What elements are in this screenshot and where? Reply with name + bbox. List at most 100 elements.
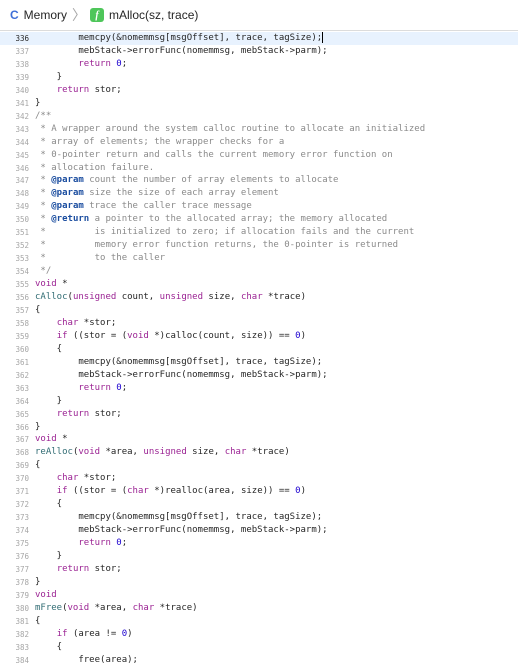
code-line[interactable]: 372 { xyxy=(0,498,518,511)
code-line[interactable]: 349 * @param trace the caller trace mess… xyxy=(0,200,518,213)
line-number: 357 xyxy=(15,305,29,315)
code-line[interactable]: 374 mebStack->errorFunc(nomemmsg, mebSta… xyxy=(0,524,518,537)
code-line[interactable]: 373 memcpy(&nomemmsg[msgOffset], trace, … xyxy=(0,511,518,524)
code-line[interactable]: 351 * is initialized to zero; if allocat… xyxy=(0,226,518,239)
code-token: * 0-pointer return and calls the current… xyxy=(35,149,393,160)
code-line[interactable]: 378} xyxy=(0,576,518,589)
code-line[interactable]: 365 return stor; xyxy=(0,408,518,421)
code-line[interactable]: 345 * 0-pointer return and calls the cur… xyxy=(0,149,518,162)
code-line[interactable]: 344 * array of elements; the wrapper che… xyxy=(0,136,518,149)
code-line[interactable]: 363 return 0; xyxy=(0,382,518,395)
code-token: } xyxy=(35,395,63,406)
code-token: void xyxy=(78,447,101,458)
code-token: @param xyxy=(51,188,84,199)
line-code: memcpy(&nomemmsg[msgOffset], trace, tagS… xyxy=(35,356,322,369)
code-token: return xyxy=(78,538,111,549)
code-token: char xyxy=(127,486,149,497)
code-line[interactable]: 359 if ((stor = (void *)calloc(count, si… xyxy=(0,330,518,343)
code-line[interactable]: 362 mebStack->errorFunc(nomemmsg, mebSta… xyxy=(0,369,518,382)
code-line[interactable]: 366} xyxy=(0,421,518,434)
code-token: @return xyxy=(51,214,90,225)
code-line[interactable]: 341} xyxy=(0,97,518,110)
line-number: 372 xyxy=(15,500,29,510)
line-code: return 0; xyxy=(35,58,127,71)
code-line[interactable]: 382 if (area != 0) xyxy=(0,628,518,641)
code-line[interactable]: 348 * @param size the size of each array… xyxy=(0,187,518,200)
code-line[interactable]: 379 void xyxy=(0,589,518,602)
line-number: 337 xyxy=(15,46,29,56)
code-line[interactable]: 338 return 0; xyxy=(0,58,518,71)
code-line[interactable]: 370 char *stor; xyxy=(0,472,518,485)
code-token: *)calloc(count, size)) == xyxy=(148,330,296,341)
code-editor[interactable]: 336 memcpy(&nomemmsg[msgOffset], trace, … xyxy=(0,31,518,672)
code-token: ((stor = ( xyxy=(67,330,128,341)
line-code: * A wrapper around the system calloc rou… xyxy=(35,123,425,136)
line-number: 375 xyxy=(15,539,29,549)
code-line[interactable]: 347 * @param count the number of array e… xyxy=(0,174,518,187)
code-line[interactable]: 355 void * xyxy=(0,278,518,291)
code-line[interactable]: 384 free(area); xyxy=(0,654,518,667)
code-line[interactable]: 342 /** xyxy=(0,110,518,123)
line-code: { xyxy=(35,343,62,356)
code-token: * array of elements; the wrapper checks … xyxy=(35,136,285,147)
code-line[interactable]: 367 void * xyxy=(0,433,518,446)
code-line[interactable]: 343 * A wrapper around the system calloc… xyxy=(0,123,518,136)
line-code: { xyxy=(35,641,62,654)
code-token: void xyxy=(35,434,57,445)
code-token: * A wrapper around the system calloc rou… xyxy=(35,123,426,134)
code-line[interactable]: 350 * @return a pointer to the allocated… xyxy=(0,213,518,226)
code-line[interactable]: 358 char *stor; xyxy=(0,317,518,330)
code-line[interactable]: 375 return 0; xyxy=(0,537,518,550)
c-file-icon: C xyxy=(10,8,19,22)
breadcrumb-file[interactable]: C Memory xyxy=(10,8,67,22)
line-number: 349 xyxy=(15,202,29,212)
line-code: memcpy(&nomemmsg[msgOffset], trace, tagS… xyxy=(35,511,322,524)
line-code: * @return a pointer to the allocated arr… xyxy=(35,213,387,226)
code-line[interactable]: 340 return stor; xyxy=(0,84,518,97)
current-code-line[interactable]: 336 memcpy(&nomemmsg[msgOffset], trace, … xyxy=(0,32,518,45)
code-token: *trace) xyxy=(262,292,306,302)
line-code: * allocation failure. xyxy=(35,162,154,175)
code-token: { xyxy=(35,304,41,315)
code-line[interactable]: 369 { xyxy=(0,459,518,472)
code-token: { xyxy=(35,615,41,626)
code-line[interactable]: 353 * to the caller xyxy=(0,252,518,265)
line-number: 340 xyxy=(15,85,29,95)
code-line[interactable]: 383 { xyxy=(0,641,518,654)
code-line[interactable]: 380 mFree(void *area, char *trace) xyxy=(0,602,518,615)
breadcrumb-function[interactable]: f mAlloc(sz, trace) xyxy=(90,8,198,22)
line-number: 347 xyxy=(15,176,29,186)
line-number: 376 xyxy=(15,552,29,561)
line-number: 361 xyxy=(15,357,29,367)
code-line[interactable]: 381 { xyxy=(0,615,518,628)
code-line[interactable]: 376 } xyxy=(0,550,518,563)
code-line[interactable]: 368 reAlloc(void *area, unsigned size, ch… xyxy=(0,446,518,459)
code-line[interactable]: 339 } xyxy=(0,71,518,84)
code-line[interactable]: 352 * memory error function returns, the… xyxy=(0,239,518,252)
code-token: } xyxy=(35,576,41,587)
line-code: mFree(void *area, char *trace) xyxy=(35,602,198,615)
code-token: char xyxy=(56,317,79,328)
code-line[interactable]: 371 if ((stor = (char *)realloc(area, si… xyxy=(0,485,518,498)
line-code: } xyxy=(35,550,62,563)
code-line[interactable]: 357 { xyxy=(0,304,518,317)
code-line[interactable]: 337 mebStack->errorFunc(nomemmsg, mebSta… xyxy=(0,45,518,58)
code-token: mebStack->errorFunc(nomemmsg, mebStack->… xyxy=(35,369,328,380)
code-line[interactable]: 361 memcpy(&nomemmsg[msgOffset], trace, … xyxy=(0,356,518,369)
line-number: 336 xyxy=(15,34,29,43)
code-line[interactable]: 360 { xyxy=(0,343,518,356)
code-line[interactable]: 356 cAlloc(unsigned count, unsigned size,… xyxy=(0,291,518,304)
code-line[interactable]: 346 * allocation failure. xyxy=(0,162,518,175)
code-token: memcpy(&nomemmsg[msgOffset], trace, tagS… xyxy=(35,356,323,367)
line-number: 359 xyxy=(15,331,29,341)
code-line[interactable]: 377 return stor; xyxy=(0,563,518,576)
code-line[interactable]: 364 } xyxy=(0,395,518,408)
line-number: 362 xyxy=(15,370,29,380)
code-token: count the number of array elements to al… xyxy=(83,175,339,186)
line-number: 366 xyxy=(15,422,29,432)
code-line[interactable]: 354 */ xyxy=(0,265,518,278)
line-number: 348 xyxy=(15,189,29,199)
